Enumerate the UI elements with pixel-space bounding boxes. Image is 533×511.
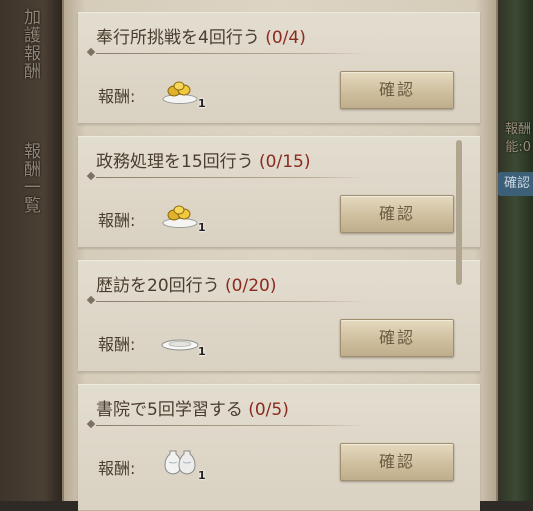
task-title: 奉行所挑戦を4回行う (0/4) — [96, 28, 306, 48]
left-side-menu: 加護報酬 報酬一覧 — [0, 0, 62, 501]
side-tab-protection-reward[interactable]: 加護報酬 — [14, 8, 40, 80]
reward-count: 1 — [198, 221, 206, 234]
task-title: 歴訪を20回行う (0/20) — [96, 276, 277, 296]
divider-ornament — [86, 47, 96, 57]
side-right-confirm-button[interactable]: 確認 — [497, 172, 533, 196]
task-progress: (0/15) — [259, 152, 311, 172]
divider-ornament — [86, 171, 96, 181]
task-card: 書院で5回学習する (0/5) 報酬: 1 確認 — [78, 384, 480, 511]
reward-label: 報酬: — [98, 211, 136, 230]
task-progress: (0/4) — [265, 28, 306, 48]
task-title: 書院で5回学習する (0/5) — [96, 400, 289, 420]
scrollbar[interactable] — [456, 140, 462, 285]
confirm-button[interactable]: 確認 — [340, 195, 454, 233]
side-right-reward-text: 報酬 — [504, 122, 531, 137]
reward-label: 報酬: — [98, 459, 136, 478]
side-tab-reward-list[interactable]: 報酬一覧 — [14, 142, 40, 214]
confirm-button[interactable]: 確認 — [340, 319, 454, 357]
confirm-button[interactable]: 確認 — [340, 443, 454, 481]
divider-ornament — [86, 419, 96, 429]
reward-count: 1 — [198, 345, 206, 358]
task-card: 政務処理を15回行う (0/15) 報酬: 1 確認 — [78, 136, 480, 248]
divider — [96, 53, 366, 54]
side-right-ability-text: 能:0 — [505, 140, 531, 155]
task-card: 歴訪を20回行う (0/20) 報酬: 1 確認 — [78, 260, 480, 372]
task-title: 政務処理を15回行う (0/15) — [96, 152, 311, 172]
reward-count: 1 — [198, 97, 206, 110]
divider — [96, 177, 366, 178]
task-card: 奉行所挑戦を4回行う (0/4) 報酬: 1 確認 — [78, 12, 480, 124]
reward-label: 報酬: — [98, 335, 136, 354]
task-progress: (0/5) — [248, 400, 289, 420]
divider — [96, 301, 366, 302]
divider-ornament — [86, 295, 96, 305]
reward-label: 報酬: — [98, 87, 136, 106]
task-list-panel: 奉行所挑戦を4回行う (0/4) 報酬: 1 確認 政務処理を15回行う (0/… — [62, 0, 498, 511]
task-progress: (0/20) — [225, 276, 277, 296]
reward-count: 1 — [198, 469, 206, 482]
confirm-button[interactable]: 確認 — [340, 71, 454, 109]
divider — [96, 425, 366, 426]
